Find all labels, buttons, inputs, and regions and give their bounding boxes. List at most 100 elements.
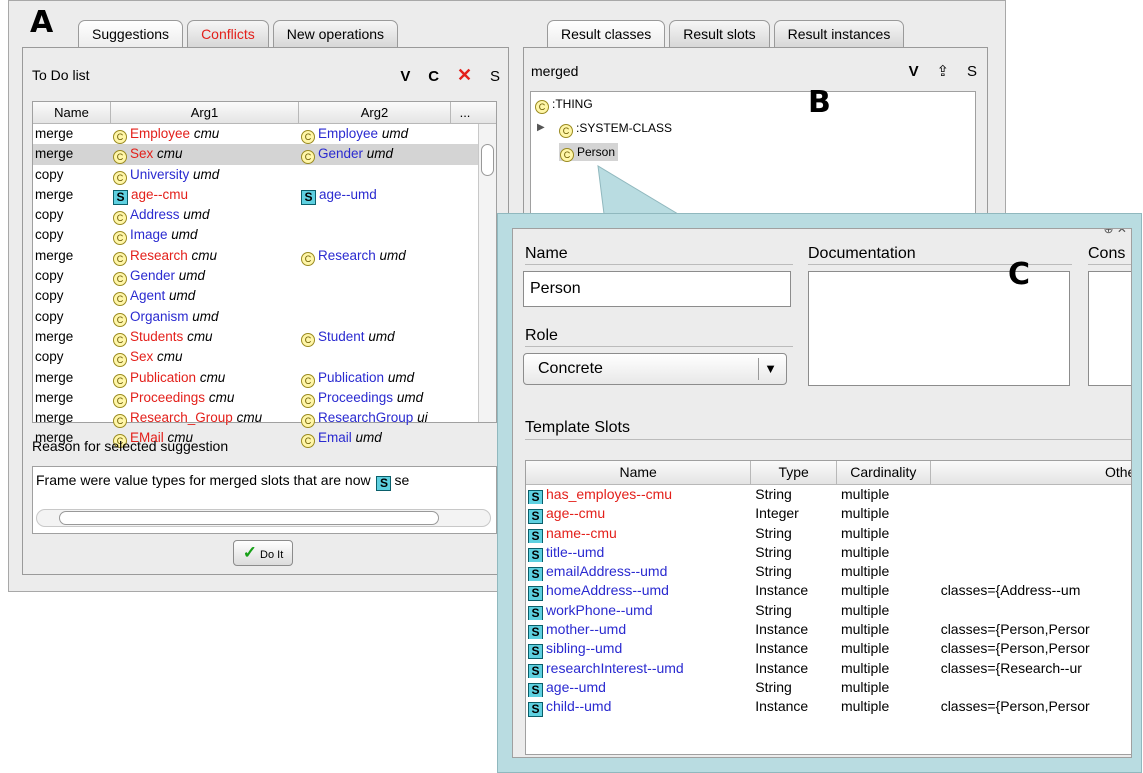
slot-cardinality: multiple — [840, 505, 890, 522]
slot-icon: S — [528, 644, 543, 659]
chevron-down-icon[interactable]: ▼ — [758, 358, 782, 380]
role-label: Role — [525, 327, 558, 344]
slot-row[interactable]: Sname--cmu String multiple — [526, 524, 1131, 543]
slot-cardinality: multiple — [840, 524, 890, 541]
slot-icon: S — [528, 490, 543, 505]
slot-icon: S — [528, 605, 543, 621]
col-slot-name[interactable]: Name — [526, 461, 752, 484]
slot-row[interactable]: Smother--umd Instance multiple classes={Per… — [526, 620, 1131, 640]
slot-name: sibling--umd — [546, 640, 623, 657]
slot-cardinality: multiple — [840, 486, 890, 502]
divider — [525, 346, 793, 347]
slot-row[interactable]: SresearchInterest--umd Instance multiple cl… — [526, 659, 1131, 678]
slot-row[interactable]: Shas_employes--cmu String multiple — [526, 485, 1131, 505]
slot-row[interactable]: Sage--cmu Integer multiple — [526, 504, 1131, 524]
slot-name-cell: Sname--cmu — [526, 524, 751, 543]
slot-cardinality: multiple — [840, 659, 890, 676]
slot-other: classes={Person,Persor — [940, 640, 1090, 657]
slot-name: workPhone--umd — [546, 601, 653, 618]
slot-other: classes={Person,Persor — [940, 621, 1090, 638]
slot-name-cell: SworkPhone--umd — [526, 601, 751, 621]
slot-row[interactable]: ShomeAddress--umd Instance multiple classes… — [526, 581, 1131, 601]
role-value: Concrete — [538, 360, 603, 377]
slot-icon: S — [528, 547, 543, 563]
col-type[interactable]: Type — [751, 461, 837, 484]
slot-type: String — [755, 678, 792, 695]
slot-name-cell: SemailAddress--umd — [526, 562, 751, 582]
name-value: Person — [530, 280, 581, 297]
slot-row[interactable]: Ssibling--umd Instance multiple classes={Pe… — [526, 639, 1131, 659]
slot-other: classes={Research--ur — [940, 659, 1082, 676]
divider — [808, 264, 1072, 265]
slot-name-cell: Ssibling--umd — [526, 639, 751, 659]
slot-other — [931, 678, 1131, 697]
slot-rows: Shas_employes--cmu String multiple Sage--cm… — [526, 485, 1131, 717]
slot-type: Instance — [755, 640, 809, 657]
slot-name-cell: Shas_employes--cmu — [526, 485, 751, 505]
slot-name-cell: Sage--umd — [526, 678, 751, 698]
slot-other: classes={Person,Persor — [940, 698, 1090, 715]
slot-type: Instance — [755, 582, 809, 599]
slot-name-cell: Sage--cmu — [526, 504, 751, 524]
slot-name-cell: Stitle--umd — [526, 543, 751, 563]
slot-icon: S — [528, 702, 543, 717]
slot-name: age--cmu — [546, 505, 606, 522]
name-field[interactable]: Person — [523, 271, 791, 307]
slot-cardinality: multiple — [840, 678, 890, 695]
role-select[interactable]: Concrete ▼ — [523, 353, 787, 385]
slot-other: classes={Address--um — [940, 582, 1081, 599]
template-slots-label: Template Slots — [525, 419, 630, 436]
slot-cardinality: multiple — [840, 621, 890, 638]
slot-other — [931, 562, 1131, 581]
constraints-field[interactable] — [1088, 271, 1131, 386]
slot-type: String — [755, 563, 792, 580]
slot-name: emailAddress--umd — [546, 563, 668, 580]
slot-name-cell: SresearchInterest--umd — [526, 659, 751, 678]
slot-name-cell: ShomeAddress--umd — [526, 581, 751, 601]
slot-type: Integer — [755, 505, 799, 522]
slot-type: Instance — [755, 659, 809, 676]
name-label: Name — [525, 245, 568, 262]
slot-name: title--umd — [546, 543, 605, 560]
slot-cardinality: multiple — [840, 698, 890, 715]
label-c: C — [1008, 257, 1031, 292]
slot-type: String — [755, 486, 792, 502]
class-detail-callout: ⊕ ✕ Name Person Documentation Cons Role … — [497, 213, 1142, 773]
slot-row[interactable]: SworkPhone--umd String multiple — [526, 601, 1131, 621]
slot-row[interactable]: Sage--umd String multiple — [526, 678, 1131, 698]
slot-type: Instance — [755, 621, 809, 638]
slot-other — [931, 504, 1131, 523]
slot-cardinality: multiple — [840, 563, 890, 580]
slot-other — [931, 543, 1131, 562]
slot-other — [931, 485, 1131, 504]
slot-name: researchInterest--umd — [546, 659, 684, 676]
col-cardinality[interactable]: Cardinality — [837, 461, 931, 484]
slot-name: mother--umd — [546, 621, 627, 638]
col-other[interactable]: Other — [931, 461, 1131, 484]
slot-other — [931, 601, 1131, 620]
slot-icon: S — [528, 509, 543, 524]
template-slots-table: Name Type Cardinality Other Shas_employe… — [525, 460, 1131, 755]
slot-icon: S — [528, 586, 543, 601]
constraints-label: Cons — [1088, 245, 1126, 262]
slot-row[interactable]: Stitle--umd String multiple — [526, 543, 1131, 563]
slot-row[interactable]: SemailAddress--umd String multiple — [526, 562, 1131, 582]
slot-icon: S — [528, 682, 543, 698]
slot-icon: S — [528, 567, 543, 582]
slot-name: age--umd — [546, 678, 606, 695]
slot-name: child--umd — [546, 698, 612, 715]
slot-name: name--cmu — [546, 524, 617, 541]
slot-type: String — [755, 524, 792, 541]
documentation-field[interactable] — [808, 271, 1070, 386]
window-controls-icon[interactable]: ⊕ ✕ — [1104, 229, 1127, 236]
documentation-label: Documentation — [808, 245, 916, 262]
slot-cardinality: multiple — [840, 640, 890, 657]
slot-row[interactable]: Schild--umd Instance multiple classes={Pers… — [526, 697, 1131, 717]
slot-cardinality: multiple — [840, 601, 890, 618]
slot-type: String — [755, 601, 792, 618]
slot-name-cell: Smother--umd — [526, 620, 751, 640]
slot-name: has_employes--cmu — [546, 486, 673, 502]
slot-name-cell: Schild--umd — [526, 697, 751, 717]
slots-table-header: Name Type Cardinality Other — [526, 461, 1131, 485]
slot-cardinality: multiple — [840, 582, 890, 599]
